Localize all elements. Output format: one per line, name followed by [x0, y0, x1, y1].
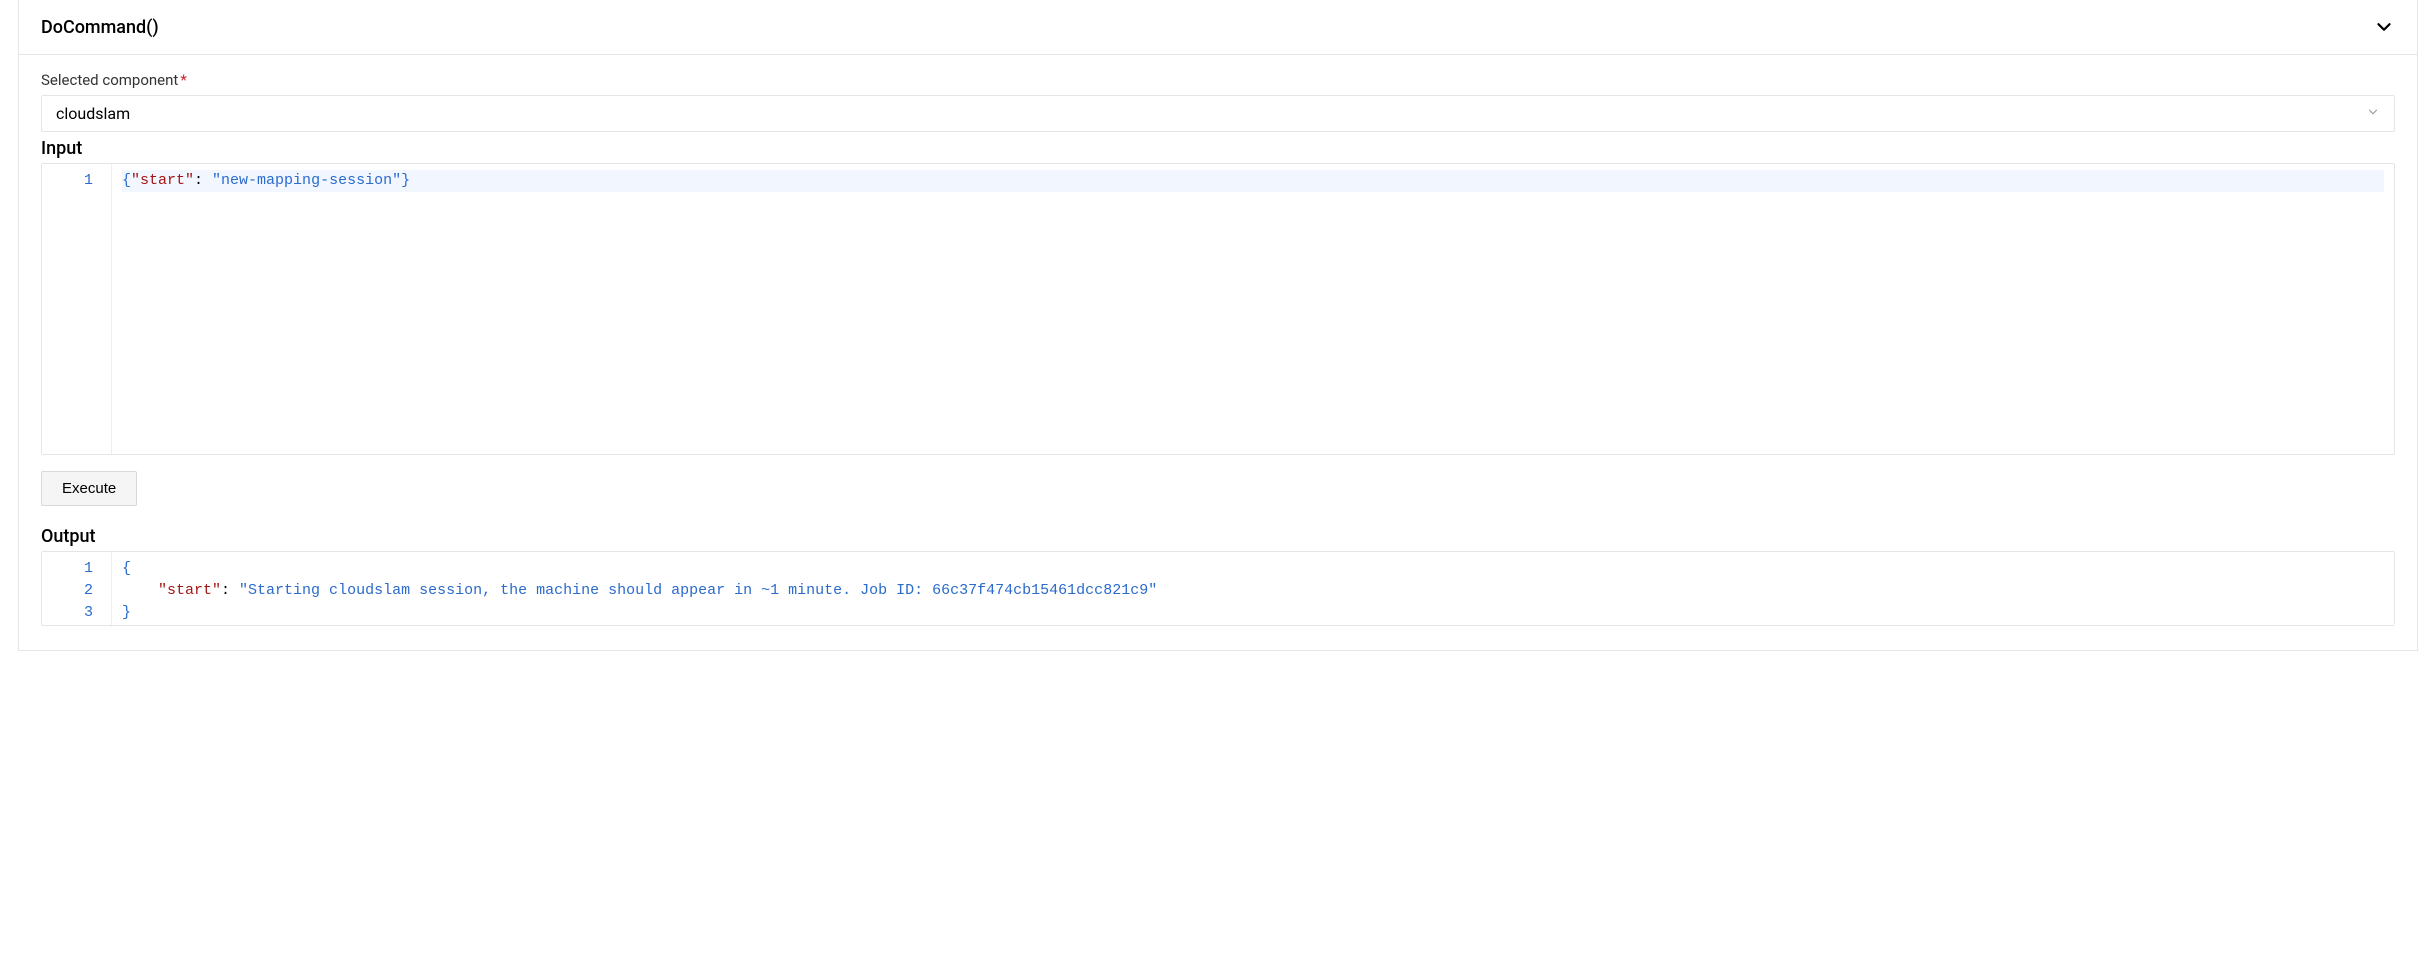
input-editor[interactable]: 1 {"start": "new-mapping-session"} — [41, 163, 2395, 455]
output-gutter: 123 — [42, 552, 112, 625]
chevron-down-icon — [2373, 16, 2395, 38]
do-command-panel: DoCommand() Selected component* cloudsla… — [18, 0, 2418, 651]
line-number: 1 — [42, 170, 111, 192]
execute-button[interactable]: Execute — [41, 471, 137, 506]
selected-component-select[interactable]: cloudslam — [41, 95, 2395, 132]
code-line: { — [122, 558, 2384, 580]
output-editor: 123 { "start": "Starting cloudslam sessi… — [41, 551, 2395, 626]
line-number: 1 — [42, 558, 111, 580]
line-number: 2 — [42, 580, 111, 602]
chevron-down-icon — [2366, 105, 2380, 122]
code-line: "start": "Starting cloudslam session, th… — [122, 580, 2384, 602]
selected-component-label: Selected component* — [41, 71, 2395, 89]
input-code[interactable]: {"start": "new-mapping-session"} — [112, 164, 2394, 454]
selected-component-value: cloudslam — [56, 104, 2366, 123]
panel-title: DoCommand() — [41, 17, 159, 38]
line-number: 3 — [42, 602, 111, 624]
panel-body: Selected component* cloudslam Input 1 {"… — [19, 55, 2417, 650]
code-line[interactable]: {"start": "new-mapping-session"} — [122, 170, 2384, 192]
output-label: Output — [41, 526, 2395, 547]
required-indicator: * — [180, 71, 186, 89]
code-line: } — [122, 602, 2384, 624]
panel-header[interactable]: DoCommand() — [19, 0, 2417, 55]
input-label: Input — [41, 138, 2395, 159]
input-gutter: 1 — [42, 164, 112, 454]
output-code: { "start": "Starting cloudslam session, … — [112, 552, 2394, 625]
